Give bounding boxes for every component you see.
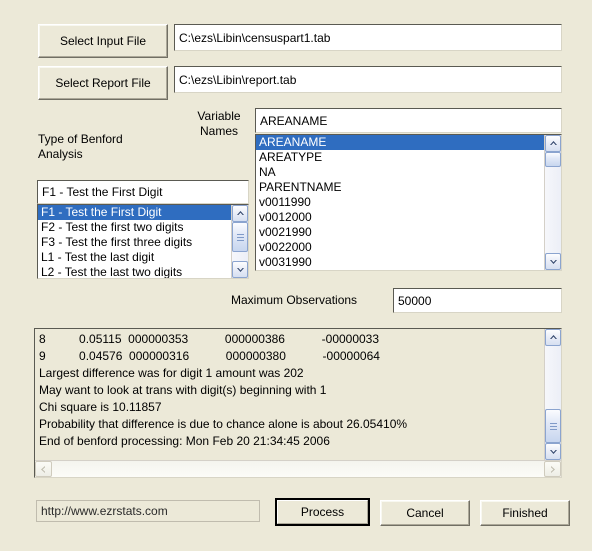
results-vertical-scrollbar[interactable] — [544, 329, 561, 460]
maximum-observations-label: Maximum Observations — [231, 293, 358, 307]
output-line: Probability that difference is due to ch… — [39, 417, 408, 431]
results-output-pane[interactable]: 8 0.05115 000000353 000000386 -00000033 … — [34, 328, 562, 478]
cancel-button-label: Cancel — [406, 506, 444, 520]
results-horizontal-scroll-track[interactable] — [52, 461, 544, 477]
finished-button-label: Finished — [502, 506, 548, 520]
chevron-down-icon[interactable] — [545, 253, 561, 270]
chevron-down-icon[interactable] — [545, 443, 561, 460]
variable-names-label: Variable Names — [197, 109, 241, 138]
results-scroll-track[interactable] — [545, 346, 561, 443]
chevron-right-icon[interactable] — [544, 461, 561, 477]
select-input-file-button[interactable]: Select Input File — [38, 24, 168, 58]
benford-type-listbox[interactable]: F1 - Test the First Digit F2 - Test the … — [37, 204, 249, 279]
list-item[interactable]: AREANAME — [256, 135, 544, 150]
chevron-left-icon[interactable] — [35, 461, 52, 477]
variable-names-items: AREANAME AREATYPE NA PARENTNAME v0011990… — [256, 135, 544, 270]
select-report-file-button[interactable]: Select Report File — [38, 66, 168, 100]
select-report-file-label: Select Report File — [55, 76, 151, 90]
output-line: Chi square is 10.11857 — [39, 400, 162, 414]
variable-names-vertical-scrollbar[interactable] — [544, 135, 561, 270]
list-item[interactable]: v0022000 — [256, 240, 544, 255]
list-item[interactable]: v0021990 — [256, 225, 544, 240]
list-item[interactable]: AREATYPE — [256, 150, 544, 165]
list-item[interactable]: PARENTNAME — [256, 180, 544, 195]
list-item[interactable]: F2 - Test the first two digits — [38, 220, 231, 235]
chevron-up-icon[interactable] — [232, 205, 248, 222]
benford-type-selected-text: F1 - Test the First Digit — [42, 185, 163, 199]
input-file-field[interactable]: C:\ezs\Libin\censuspart1.tab — [174, 24, 562, 51]
results-scroll-thumb[interactable] — [545, 409, 561, 443]
benford-type-scroll-thumb[interactable] — [232, 222, 248, 252]
process-button-label: Process — [300, 505, 345, 519]
process-button-inner: Process — [277, 500, 368, 524]
variable-names-scroll-thumb[interactable] — [545, 152, 561, 167]
list-item[interactable]: L2 - Test the last two digits — [38, 265, 231, 278]
chevron-up-icon[interactable] — [545, 329, 561, 346]
list-item[interactable]: L1 - Test the last digit — [38, 250, 231, 265]
scroll-thumb-grip — [236, 232, 244, 243]
scroll-thumb-grip — [549, 421, 557, 432]
benford-type-combo-value[interactable]: F1 - Test the First Digit — [37, 180, 249, 204]
results-output-text[interactable]: 8 0.05115 000000353 000000386 -00000033 … — [35, 329, 544, 460]
url-value: http://www.ezrstats.com — [41, 504, 168, 518]
cancel-button[interactable]: Cancel — [380, 500, 470, 526]
url-field[interactable]: http://www.ezrstats.com — [36, 500, 260, 522]
benford-type-items: F1 - Test the First Digit F2 - Test the … — [38, 205, 231, 278]
output-line: End of benford processing: Mon Feb 20 21… — [39, 434, 330, 448]
benford-type-label: Type of Benford Analysis — [38, 132, 123, 161]
variable-names-combo-value[interactable]: AREANAME — [255, 108, 562, 133]
results-output-body: 8 0.05115 000000353 000000386 -00000033 … — [35, 329, 561, 460]
chevron-down-icon[interactable] — [232, 261, 248, 278]
process-button[interactable]: Process — [275, 498, 370, 526]
report-file-value: C:\ezs\Libin\report.tab — [179, 72, 297, 87]
finished-button[interactable]: Finished — [480, 500, 570, 526]
benford-type-scroll-track[interactable] — [232, 222, 248, 261]
benford-type-vertical-scrollbar[interactable] — [231, 205, 248, 278]
variable-names-selected-text: AREANAME — [260, 113, 328, 128]
output-line: May want to look at trans with digit(s) … — [39, 383, 327, 397]
list-item[interactable]: v0031990 — [256, 255, 544, 270]
list-item[interactable]: NA — [256, 165, 544, 180]
output-line: 8 0.05115 000000353 000000386 -00000033 — [39, 332, 380, 346]
results-horizontal-scrollbar[interactable] — [35, 460, 561, 477]
list-item[interactable]: F1 - Test the First Digit — [38, 205, 231, 220]
input-file-value: C:\ezs\Libin\censuspart1.tab — [179, 30, 331, 45]
list-item[interactable]: v0011990 — [256, 195, 544, 210]
report-file-field[interactable]: C:\ezs\Libin\report.tab — [174, 66, 562, 93]
maximum-observations-input[interactable]: 50000 — [393, 288, 562, 313]
list-item[interactable]: v0012000 — [256, 210, 544, 225]
chevron-up-icon[interactable] — [545, 135, 561, 152]
variable-names-scroll-track[interactable] — [545, 152, 561, 253]
variable-names-listbox[interactable]: AREANAME AREATYPE NA PARENTNAME v0011990… — [255, 134, 562, 271]
select-input-file-label: Select Input File — [59, 34, 147, 48]
output-line: 9 0.04576 000000316 000000380 -00000064 — [39, 349, 380, 363]
maximum-observations-value: 50000 — [398, 293, 432, 308]
list-item[interactable]: F3 - Test the first three digits — [38, 235, 231, 250]
output-line: Largest difference was for digit 1 amoun… — [39, 366, 304, 380]
